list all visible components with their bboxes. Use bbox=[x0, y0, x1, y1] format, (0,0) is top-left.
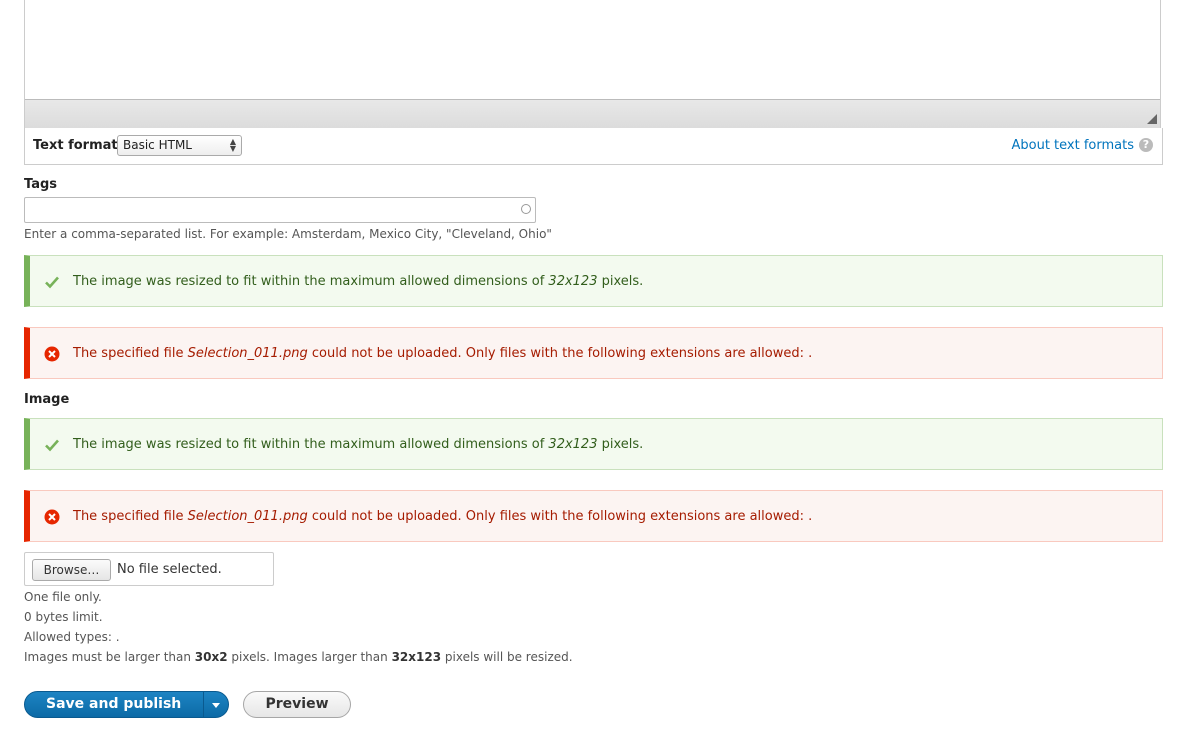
status-text: The image was resized to fit within the … bbox=[73, 274, 549, 289]
status-text-end: pixels. bbox=[597, 437, 644, 452]
error-filename: Selection_011.png bbox=[187, 509, 308, 524]
resize-grip-icon[interactable] bbox=[1147, 114, 1157, 124]
error-message: The specified file Selection_011.png cou… bbox=[24, 327, 1163, 379]
tags-description: Enter a comma-separated list. For exampl… bbox=[24, 227, 552, 241]
editor-text-area[interactable] bbox=[25, 0, 1160, 99]
error-circle-icon bbox=[44, 346, 60, 362]
dims-prefix: Images must be larger than bbox=[24, 650, 195, 664]
error-filename: Selection_011.png bbox=[187, 346, 308, 361]
dims-suffix: pixels will be resized. bbox=[441, 650, 573, 664]
tags-label: Tags bbox=[24, 177, 58, 192]
text-format-label: Text format bbox=[33, 138, 118, 153]
body-editor[interactable] bbox=[24, 0, 1161, 128]
save-publish-button[interactable]: Save and publish bbox=[24, 691, 229, 718]
help-one-file: One file only. bbox=[24, 590, 102, 604]
preview-button[interactable]: Preview bbox=[243, 691, 351, 718]
editor-statusbar bbox=[25, 99, 1160, 128]
text-format-bar: Text format Basic HTML ▲ ▼ About text for… bbox=[24, 128, 1163, 165]
help-icon[interactable]: ? bbox=[1139, 138, 1153, 152]
text-format-select[interactable]: Basic HTML ▲ ▼ bbox=[117, 135, 242, 156]
tags-input[interactable] bbox=[24, 197, 536, 223]
error-text: The specified file bbox=[73, 346, 188, 361]
error-text-end: could not be uploaded. Only files with t… bbox=[307, 346, 813, 361]
image-error-message: The specified file Selection_011.png cou… bbox=[24, 490, 1163, 542]
status-text: The image was resized to fit within the … bbox=[73, 437, 549, 452]
no-file-selected: No file selected. bbox=[117, 562, 222, 577]
help-dimensions: Images must be larger than 30x2 pixels. … bbox=[24, 650, 573, 664]
image-label: Image bbox=[24, 392, 70, 407]
browse-button[interactable]: Browse… bbox=[32, 559, 111, 581]
error-text-end: could not be uploaded. Only files with t… bbox=[307, 509, 813, 524]
min-dimensions: 30x2 bbox=[194, 650, 228, 664]
check-icon bbox=[45, 276, 59, 289]
help-size-limit: 0 bytes limit. bbox=[24, 610, 103, 624]
error-text: The specified file bbox=[73, 509, 188, 524]
dims-middle: pixels. Images larger than bbox=[227, 650, 392, 664]
status-message: The image was resized to fit within the … bbox=[24, 255, 1163, 307]
max-dimensions: 32x123 bbox=[391, 650, 442, 664]
save-publish-label: Save and publish bbox=[46, 696, 182, 712]
image-status-message: The image was resized to fit within the … bbox=[24, 418, 1163, 470]
about-text-formats-link[interactable]: About text formats bbox=[1011, 138, 1134, 153]
error-circle-icon bbox=[44, 509, 60, 525]
text-format-selected: Basic HTML bbox=[123, 138, 192, 152]
status-text-end: pixels. bbox=[597, 274, 644, 289]
select-arrows-icon: ▲ ▼ bbox=[229, 137, 236, 153]
image-file-input[interactable]: Browse… No file selected. bbox=[24, 552, 274, 586]
help-allowed-types: Allowed types: . bbox=[24, 630, 120, 644]
chevron-down-icon[interactable] bbox=[204, 692, 229, 717]
status-dimensions: 32x123 bbox=[548, 437, 598, 452]
check-icon bbox=[45, 439, 59, 452]
throbber-icon bbox=[521, 204, 531, 214]
status-dimensions: 32x123 bbox=[548, 274, 598, 289]
